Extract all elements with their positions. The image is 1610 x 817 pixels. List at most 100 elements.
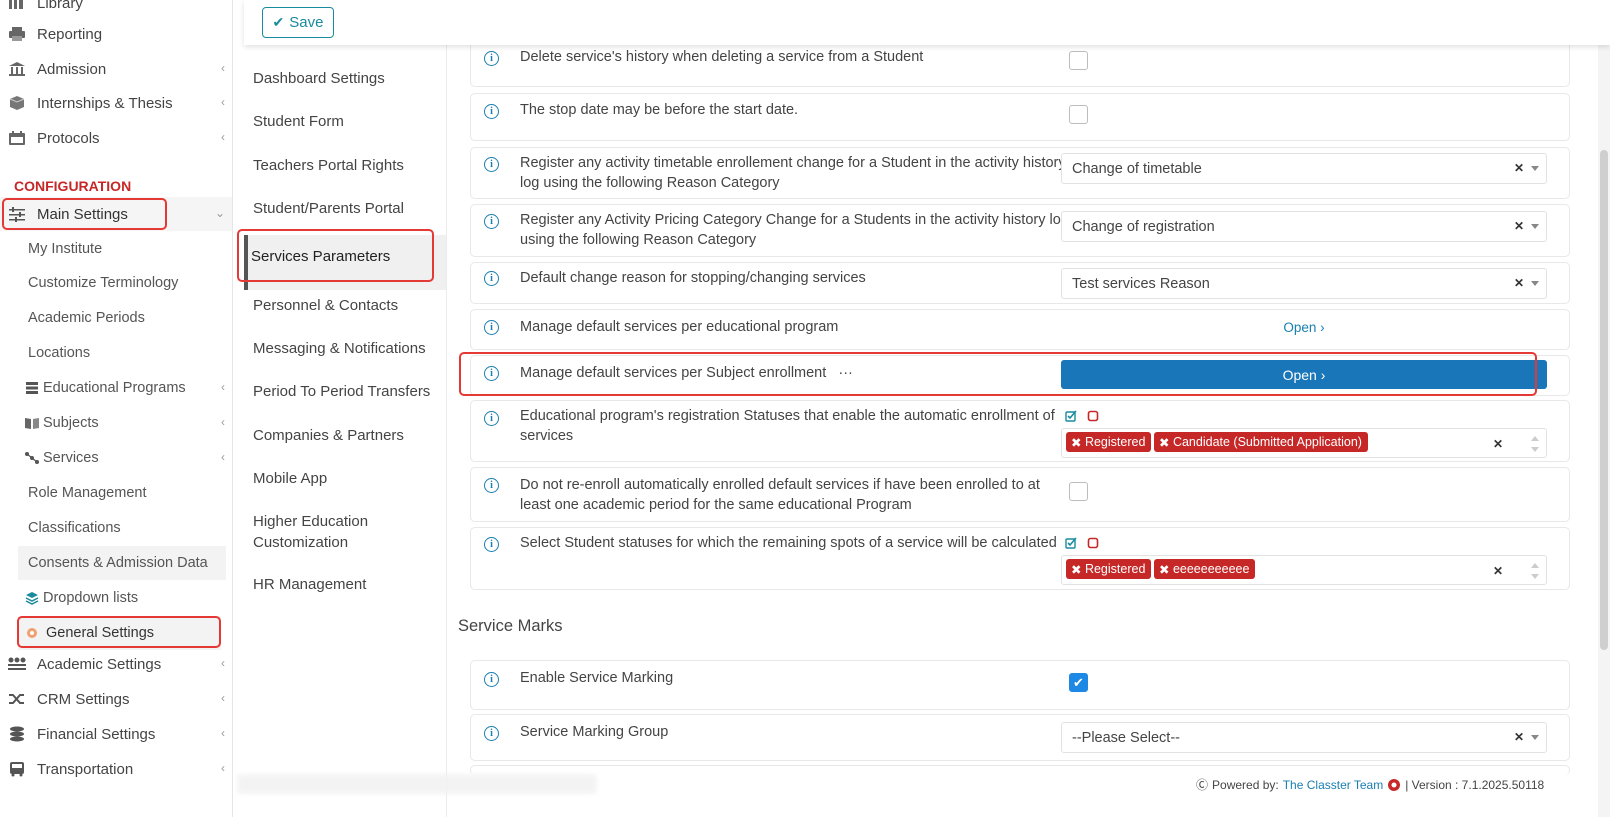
select-all-icon[interactable] bbox=[1065, 537, 1077, 549]
registration-statuses-multiselect[interactable]: ✖ Registered ✖ Candidate (Submitted Appl… bbox=[1061, 428, 1547, 458]
tag-remove-icon[interactable]: ✖ bbox=[1071, 435, 1085, 450]
tag-remove-icon[interactable]: ✖ bbox=[1071, 562, 1085, 577]
info-icon[interactable]: i bbox=[484, 478, 499, 493]
sidebar-subitem-educational-programs[interactable]: Educational Programs ‹ bbox=[0, 371, 232, 405]
spinner-arrows-icon[interactable] bbox=[1530, 560, 1540, 582]
stop-date-checkbox[interactable] bbox=[1069, 105, 1088, 124]
info-icon[interactable]: i bbox=[484, 157, 499, 172]
sidebar-subitem-label: Classifications bbox=[28, 520, 121, 536]
chevron-left-icon: ‹ bbox=[221, 415, 225, 429]
chevron-right-icon: › bbox=[1320, 320, 1325, 335]
tag-remove-icon[interactable]: ✖ bbox=[1159, 435, 1173, 450]
sidebar-subitem-role-management[interactable]: Role Management bbox=[0, 476, 232, 510]
dropdown-caret-icon[interactable] bbox=[1531, 166, 1539, 171]
tag-remove-icon[interactable]: ✖ bbox=[1159, 562, 1173, 577]
info-icon[interactable]: i bbox=[484, 320, 499, 335]
dropdown-caret-icon[interactable] bbox=[1531, 735, 1539, 740]
sidebar-item-label: Reporting bbox=[37, 25, 103, 43]
subnav-item-higher-education[interactable]: Higher Education Customization bbox=[253, 511, 413, 553]
dropdown-caret-icon[interactable] bbox=[1531, 224, 1539, 229]
sidebar-item-academic-settings[interactable]: Academic Settings ‹ bbox=[0, 647, 232, 681]
sidebar-subitem-label: Role Management bbox=[28, 485, 147, 501]
subnav-item-student-parents-portal[interactable]: Student/Parents Portal bbox=[253, 198, 443, 219]
setting-label: Educational program's registration Statu… bbox=[520, 408, 1055, 444]
tag-registered[interactable]: ✖ Registered bbox=[1066, 559, 1152, 579]
tag-candidate[interactable]: ✖ Candidate (Submitted Application) bbox=[1154, 432, 1368, 452]
save-button[interactable]: ✔ Save bbox=[262, 7, 334, 38]
clear-icon[interactable]: ✕ bbox=[1514, 161, 1524, 175]
subnav-item-companies-partners[interactable]: Companies & Partners bbox=[253, 425, 443, 446]
subnav-item-messaging-notifications[interactable]: Messaging & Notifications bbox=[253, 338, 443, 359]
tag-eeeeeeeeeee[interactable]: ✖ eeeeeeeeeee bbox=[1154, 559, 1256, 579]
subnav-item-mobile-app[interactable]: Mobile App bbox=[253, 468, 443, 489]
sidebar-item-label: Protocols bbox=[37, 129, 100, 147]
info-icon[interactable]: i bbox=[484, 672, 499, 687]
setting-row-delete-history: i Delete service's history when deleting… bbox=[470, 40, 1570, 87]
info-icon[interactable]: i bbox=[484, 51, 499, 66]
info-icon[interactable]: i bbox=[484, 104, 499, 119]
tag-registered[interactable]: ✖ Registered bbox=[1066, 432, 1152, 452]
sidebar-subitem-customize-terminology[interactable]: Customize Terminology bbox=[0, 266, 232, 300]
subnav-item-dashboard-settings[interactable]: Dashboard Settings bbox=[253, 68, 443, 89]
sidebar-item-reporting[interactable]: Reporting bbox=[0, 17, 232, 51]
no-reenroll-checkbox[interactable] bbox=[1069, 482, 1088, 501]
timetable-reason-select[interactable]: Change of timetable ✕ bbox=[1061, 153, 1547, 184]
spinner-arrows-icon[interactable] bbox=[1530, 433, 1540, 455]
info-icon[interactable]: i bbox=[484, 537, 499, 552]
info-icon[interactable]: i bbox=[484, 271, 499, 286]
subnav-item-period-transfers[interactable]: Period To Period Transfers bbox=[253, 381, 443, 402]
deselect-all-icon[interactable] bbox=[1087, 537, 1099, 549]
setting-label: Register any activity timetable enrollem… bbox=[520, 155, 1066, 191]
sidebar-item-transportation[interactable]: Transportation ‹ bbox=[0, 752, 232, 786]
chevron-down-icon: ⌄ bbox=[214, 206, 225, 220]
sidebar-item-financial-settings[interactable]: Financial Settings ‹ bbox=[0, 717, 232, 751]
setting-row-pricing-reason: i Register any Activity Pricing Category… bbox=[470, 204, 1570, 257]
clear-icon[interactable]: ✕ bbox=[1493, 437, 1503, 451]
service-marking-group-select[interactable]: --Please Select-- ✕ bbox=[1061, 722, 1547, 753]
subnav-item-personnel-contacts[interactable]: Personnel & Contacts bbox=[253, 295, 443, 316]
sidebar-subitem-classifications[interactable]: Classifications bbox=[0, 511, 232, 545]
default-change-reason-select[interactable]: Test services Reason ✕ bbox=[1061, 268, 1547, 299]
book-icon bbox=[24, 415, 40, 431]
info-icon[interactable]: i bbox=[484, 411, 499, 426]
sidebar-subitem-consents[interactable]: Consents & Admission Data bbox=[18, 546, 226, 580]
info-icon[interactable]: i bbox=[484, 726, 499, 741]
open-services-per-program-link[interactable]: Open › bbox=[1061, 320, 1547, 335]
subnav-item-student-form[interactable]: Student Form bbox=[253, 111, 443, 132]
student-statuses-multiselect[interactable]: ✖ Registered ✖ eeeeeeeeeee ✕ bbox=[1061, 555, 1547, 585]
dropdown-caret-icon[interactable] bbox=[1531, 281, 1539, 286]
chevron-left-icon: ‹ bbox=[221, 656, 225, 670]
sidebar-subitem-subjects[interactable]: Subjects ‹ bbox=[0, 406, 232, 440]
clear-icon[interactable]: ✕ bbox=[1514, 219, 1524, 233]
footer-team-link[interactable]: The Classter Team bbox=[1283, 778, 1383, 792]
sidebar-item-crm-settings[interactable]: CRM Settings ‹ bbox=[0, 682, 232, 716]
sidebar-subitem-locations[interactable]: Locations bbox=[0, 336, 232, 370]
sidebar-item-admission[interactable]: Admission ‹ bbox=[0, 52, 232, 86]
sidebar-subitem-services[interactable]: Services ‹ bbox=[0, 441, 232, 475]
setting-label: Delete service's history when deleting a… bbox=[520, 49, 924, 65]
network-icon bbox=[24, 450, 40, 466]
sidebar-subitem-dropdown-lists[interactable]: Dropdown lists bbox=[0, 581, 232, 615]
sidebar-subitem-academic-periods[interactable]: Academic Periods bbox=[0, 301, 232, 335]
delete-history-checkbox[interactable] bbox=[1069, 51, 1088, 70]
select-value: --Please Select-- bbox=[1072, 729, 1180, 746]
sidebar-subitem-my-institute[interactable]: My Institute bbox=[0, 232, 232, 266]
setting-row-timetable-reason: i Register any activity timetable enroll… bbox=[470, 147, 1570, 199]
clear-icon[interactable]: ✕ bbox=[1493, 564, 1503, 578]
subnav-item-hr-management[interactable]: HR Management bbox=[253, 574, 443, 595]
clear-icon[interactable]: ✕ bbox=[1514, 276, 1524, 290]
scrollbar-thumb[interactable] bbox=[1600, 150, 1608, 650]
pricing-reason-select[interactable]: Change of registration ✕ bbox=[1061, 211, 1547, 242]
sidebar-item-internships[interactable]: Internships & Thesis ‹ bbox=[0, 86, 232, 120]
deselect-all-icon[interactable] bbox=[1087, 410, 1099, 422]
sidebar-item-protocols[interactable]: Protocols ‹ bbox=[0, 121, 232, 155]
enable-service-marking-checkbox[interactable]: ✔ bbox=[1069, 673, 1088, 692]
subnav-item-teachers-portal-rights[interactable]: Teachers Portal Rights bbox=[253, 155, 443, 176]
check-icon: ✔ bbox=[272, 14, 285, 30]
select-all-icon[interactable] bbox=[1065, 410, 1077, 422]
setting-row-registration-statuses: i Educational program's registration Sta… bbox=[470, 400, 1570, 462]
sidebar-item-label: Library bbox=[37, 0, 83, 12]
info-icon[interactable]: i bbox=[484, 214, 499, 229]
clear-icon[interactable]: ✕ bbox=[1514, 730, 1524, 744]
setting-row-services-per-program: i Manage default services per educationa… bbox=[470, 309, 1570, 350]
